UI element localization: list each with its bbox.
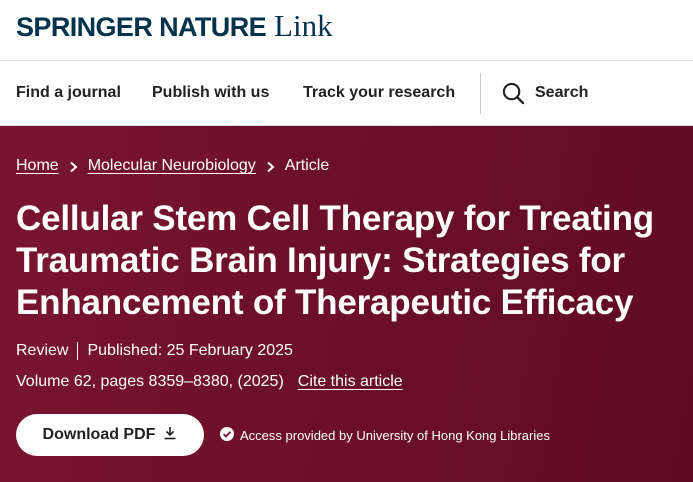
- article-meta: Review Published: 25 February 2025: [16, 340, 293, 362]
- download-pdf-button[interactable]: Download PDF: [16, 414, 204, 456]
- meta-divider: [77, 342, 79, 360]
- search-label: Search: [535, 84, 589, 101]
- article-hero: Home Molecular Neurobiology Article Cell…: [0, 126, 693, 482]
- brand-link: Link: [274, 8, 333, 43]
- nav-find-a-journal[interactable]: Find a journal: [16, 61, 121, 125]
- breadcrumb: Home Molecular Neurobiology Article: [16, 155, 329, 177]
- search-icon: [502, 82, 525, 105]
- volume-line: Volume 62, pages 8359–8380, (2025) Cite …: [16, 371, 403, 393]
- chevron-right-icon: [69, 160, 78, 173]
- springer-nature-link-logo[interactable]: SPRINGER NATURE Link: [16, 6, 333, 46]
- breadcrumb-current: Article: [284, 157, 330, 174]
- chevron-right-icon: [266, 160, 275, 173]
- volume-info: Volume 62, pages 8359–8380, (2025): [16, 373, 284, 390]
- article-title: Cellular Stem Cell Therapy for Treating …: [16, 199, 654, 322]
- download-icon: [163, 426, 177, 445]
- breadcrumb-home[interactable]: Home: [16, 157, 59, 175]
- download-pdf-label: Download PDF: [42, 426, 156, 443]
- breadcrumb-molecular-neurobiology[interactable]: Molecular Neurobiology: [88, 157, 256, 175]
- check-circle-icon: [220, 426, 234, 444]
- published-date: Published: 25 February 2025: [87, 342, 293, 359]
- search-button[interactable]: Search: [502, 61, 588, 125]
- nav-track-your-research[interactable]: Track your research: [303, 61, 455, 125]
- nav-divider: [480, 73, 481, 114]
- article-type: Review: [16, 342, 69, 359]
- access-text: Access provided by University of Hong Ko…: [240, 427, 550, 443]
- main-navigation: Find a journal Publish with us Track you…: [0, 61, 693, 126]
- access-provided-note: Access provided by University of Hong Ko…: [220, 424, 550, 446]
- nav-publish-with-us[interactable]: Publish with us: [152, 61, 269, 125]
- brand-springer-nature: SPRINGER NATURE: [16, 12, 267, 42]
- cite-this-article-link[interactable]: Cite this article: [298, 373, 403, 391]
- brand-header: SPRINGER NATURE Link: [0, 0, 693, 61]
